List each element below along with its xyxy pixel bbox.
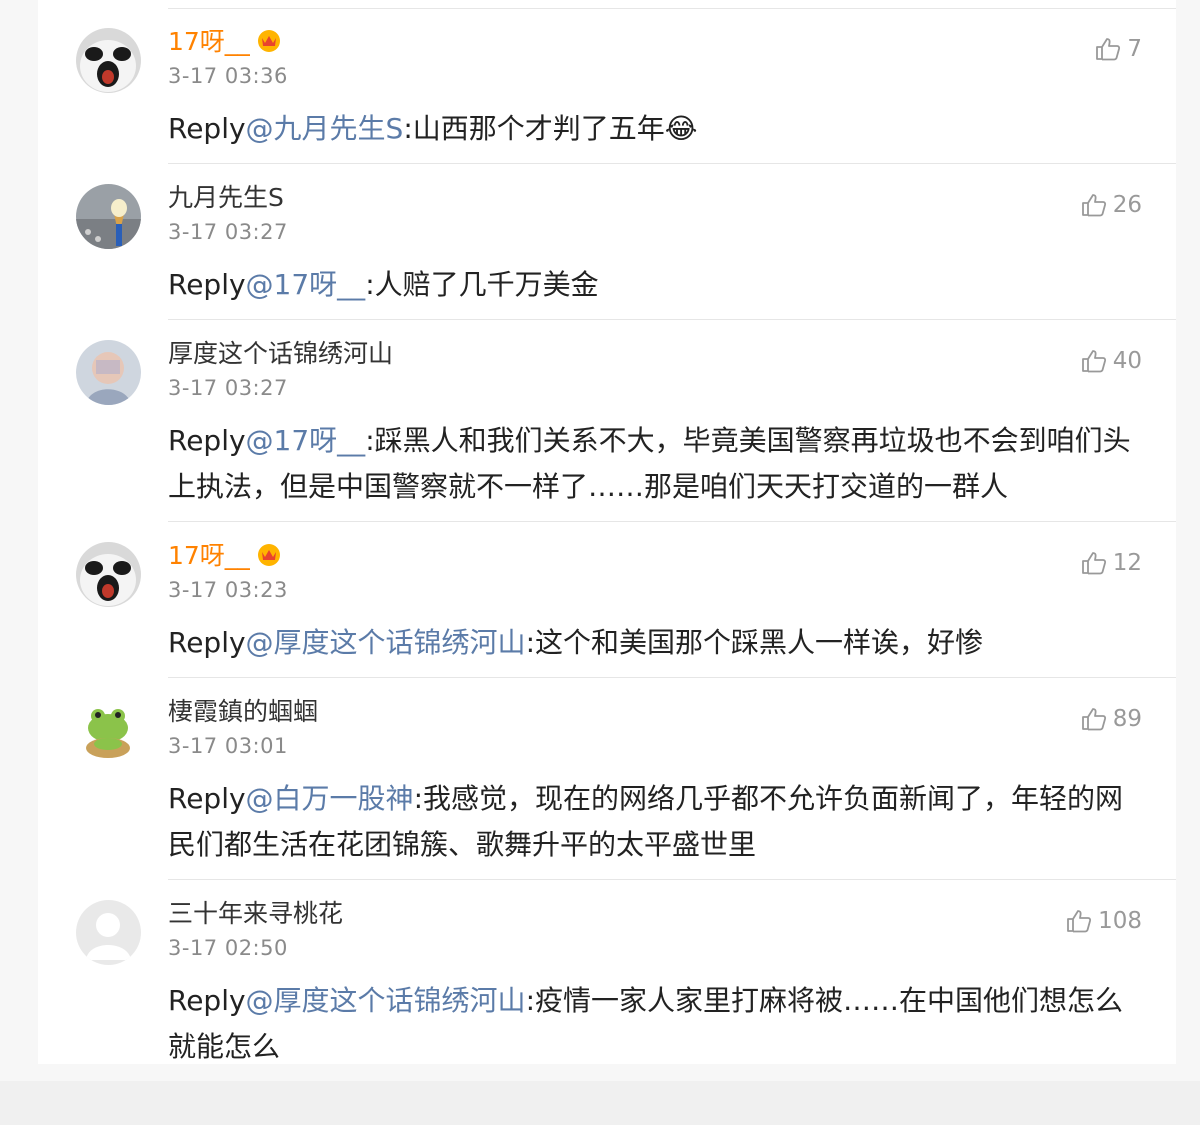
username[interactable]: 17呀__ <box>168 536 250 572</box>
default-avatar-icon <box>76 900 141 965</box>
comment-item: 棲霞鎮的蝈蝈 3-17 03:01 89 Reply@白万一股神:我感觉，现在的… <box>38 678 1176 880</box>
reply-prefix: Reply <box>168 268 246 301</box>
comment-item: 三十年来寻桃花 3-17 02:50 108 Reply@厚度这个话锦绣河山:疫… <box>38 880 1176 1064</box>
thumbs-up-icon <box>1096 38 1121 61</box>
like-count: 26 <box>1112 192 1142 218</box>
username[interactable]: 17呀__ <box>168 22 250 58</box>
like-button[interactable]: 89 <box>1081 706 1142 732</box>
like-button[interactable]: 40 <box>1081 348 1142 374</box>
avatar[interactable] <box>76 28 141 93</box>
mention-link[interactable]: @17呀__ <box>246 424 366 457</box>
like-count: 40 <box>1112 348 1142 374</box>
mention-link[interactable]: @厚度这个话锦绣河山 <box>246 984 526 1017</box>
mention-link[interactable]: @九月先生S <box>246 112 404 145</box>
like-count: 108 <box>1098 908 1142 934</box>
thumbs-up-icon <box>1081 552 1106 575</box>
username[interactable]: 厚度这个话锦绣河山 <box>168 334 393 370</box>
comment-item: 厚度这个话锦绣河山 3-17 03:27 40 Reply@17呀__:踩黑人和… <box>38 320 1176 522</box>
like-count: 12 <box>1112 550 1142 576</box>
comment-item: 九月先生S 3-17 03:27 26 Reply@17呀__:人赔了几千万美金 <box>38 164 1176 320</box>
avatar[interactable] <box>76 340 141 405</box>
reply-prefix: Reply <box>168 626 246 659</box>
thumbs-up-icon <box>1081 350 1106 373</box>
like-button[interactable]: 7 <box>1095 36 1142 62</box>
comment-text: Reply@白万一股神:我感觉，现在的网络几乎都不允许负面新闻了，年轻的网民们都… <box>168 776 1148 868</box>
username[interactable]: 三十年来寻桃花 <box>168 894 343 930</box>
like-count: 89 <box>1112 706 1142 732</box>
avatar[interactable] <box>76 900 141 965</box>
comment-text: Reply@九月先生S:山西那个才判了五年😂 <box>168 106 1148 152</box>
portrait-photo-icon <box>76 340 141 405</box>
timestamp: 3-17 03:27 <box>168 376 288 400</box>
timestamp: 3-17 03:23 <box>168 578 288 602</box>
panda-dog-icon <box>76 28 141 93</box>
timestamp: 3-17 03:27 <box>168 220 288 244</box>
reply-prefix: Reply <box>168 984 246 1017</box>
comment-body: :这个和美国那个踩黑人一样诶，好惨 <box>525 626 983 659</box>
username[interactable]: 棲霞鎮的蝈蝈 <box>168 692 318 728</box>
comment-item: 17呀__ 3-17 03:23 12 Reply@厚度这个话锦绣河山:这个和美… <box>38 522 1176 678</box>
comment-item: 17呀__ 3-17 03:36 7 Reply@九月先生S:山西那个才判了五年… <box>38 8 1176 164</box>
comment-text: Reply@厚度这个话锦绣河山:这个和美国那个踩黑人一样诶，好惨 <box>168 620 1148 666</box>
reply-prefix: Reply <box>168 424 246 457</box>
comment-body: :山西那个才判了五年 <box>403 112 665 145</box>
frog-cartoon-icon <box>76 698 141 763</box>
avatar[interactable] <box>76 542 141 607</box>
comment-text: Reply@厚度这个话锦绣河山:疫情一家人家里打麻将被……在中国他们想怎么就能怎… <box>168 978 1148 1064</box>
timestamp: 3-17 02:50 <box>168 936 288 960</box>
like-button[interactable]: 108 <box>1066 908 1142 934</box>
laughing-emoji-icon: 😂 <box>664 112 698 145</box>
thumbs-up-icon <box>1067 910 1092 933</box>
like-button[interactable]: 12 <box>1081 550 1142 576</box>
like-button[interactable]: 26 <box>1081 192 1142 218</box>
username[interactable]: 九月先生S <box>168 178 284 214</box>
comment-body: :人赔了几千万美金 <box>365 268 599 301</box>
thumbs-up-icon <box>1081 708 1106 731</box>
like-count: 7 <box>1127 36 1142 62</box>
mention-link[interactable]: @厚度这个话锦绣河山 <box>246 626 526 659</box>
reply-prefix: Reply <box>168 782 246 815</box>
thumbs-up-icon <box>1081 194 1106 217</box>
bottom-bar <box>0 1081 1200 1125</box>
comment-text: Reply@17呀__:人赔了几千万美金 <box>168 262 1148 308</box>
timestamp: 3-17 03:36 <box>168 64 288 88</box>
mention-link[interactable]: @白万一股神 <box>246 782 414 815</box>
panda-dog-icon <box>76 542 141 607</box>
vip-crown-icon <box>256 27 282 53</box>
vip-crown-icon <box>256 541 282 567</box>
comment-feed: 17呀__ 3-17 03:36 7 Reply@九月先生S:山西那个才判了五年… <box>38 0 1176 1064</box>
comment-text: Reply@17呀__:踩黑人和我们关系不大，毕竟美国警察再垃圾也不会到咱们头上… <box>168 418 1148 510</box>
mention-link[interactable]: @17呀__ <box>246 268 366 301</box>
avatar[interactable] <box>76 184 141 249</box>
timestamp: 3-17 03:01 <box>168 734 288 758</box>
reply-prefix: Reply <box>168 112 246 145</box>
ice-cream-photo-icon <box>76 184 141 249</box>
avatar[interactable] <box>76 698 141 763</box>
